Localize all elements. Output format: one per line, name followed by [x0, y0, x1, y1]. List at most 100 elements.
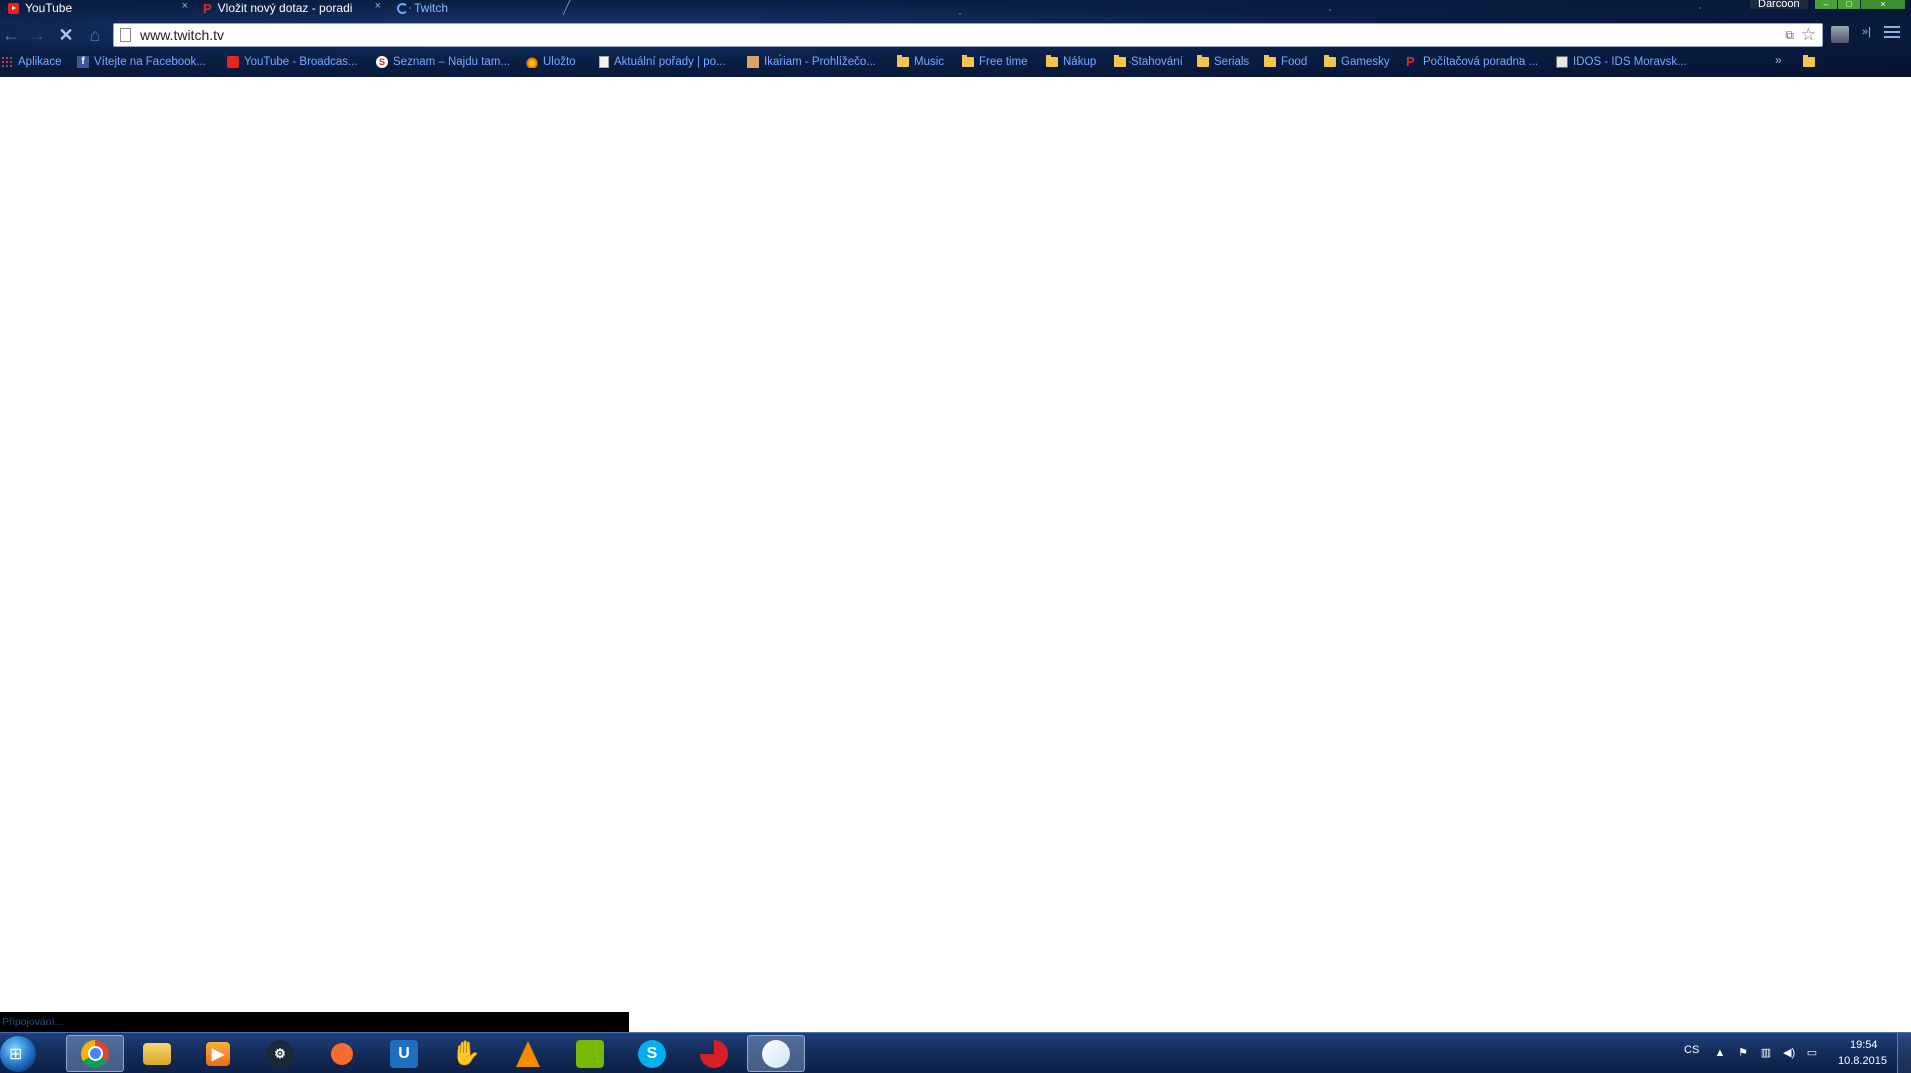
action-center-flag-icon[interactable]: ⚑ — [1737, 1047, 1749, 1059]
bookmark-star-icon[interactable]: ☆ — [1801, 25, 1816, 45]
folder-icon — [897, 55, 909, 67]
status-bubble: Připojování... — [0, 1012, 629, 1032]
media-player-icon: ▶ — [206, 1041, 230, 1066]
start-button[interactable]: ⊞ — [0, 1036, 36, 1072]
maximize-button[interactable]: □ — [1838, 0, 1860, 9]
bookmark-label: Music — [914, 56, 945, 68]
bookmark-label: Počítačová poradna ... — [1423, 56, 1539, 68]
youtube-icon — [227, 56, 239, 68]
bookmark-label: Stahování — [1131, 56, 1183, 68]
url-text[interactable]: www.twitch.tv — [140, 27, 224, 43]
folder-icon — [1114, 55, 1126, 67]
network-icon[interactable]: ▥ — [1760, 1047, 1772, 1059]
taskbar-app-origin[interactable] — [313, 1035, 371, 1072]
bookmark-facebook[interactable]: f Vítejte na Facebook... — [77, 53, 206, 71]
taskbar-app-explorer[interactable] — [128, 1035, 186, 1072]
bookmark-label: YouTube - Broadcas... — [244, 56, 358, 68]
folder-icon — [962, 55, 974, 67]
bookmark-label: Gamesky — [1341, 56, 1390, 68]
folder-icon — [1324, 55, 1336, 67]
taskbar-app-media-player[interactable]: ▶ — [189, 1035, 247, 1072]
taskbar-app-nvidia[interactable] — [561, 1035, 619, 1072]
uplay-icon: U — [390, 1039, 418, 1068]
taskbar-app-ccleaner[interactable] — [685, 1035, 743, 1072]
bookmark-folder-music[interactable]: Music — [897, 53, 944, 71]
stop-loading-button[interactable]: ✕ — [55, 24, 77, 46]
bookmark-seznam[interactable]: S Seznam – Najdu tam... — [376, 53, 510, 71]
bookmark-folder-nakup[interactable]: Nákup — [1046, 53, 1096, 71]
tab-close-icon[interactable]: × — [375, 0, 381, 12]
taskbar-app-paint[interactable] — [747, 1035, 805, 1072]
close-window-button[interactable]: × — [1861, 0, 1905, 9]
taskbar-app-chrome[interactable] — [66, 1035, 124, 1072]
bookmarks-overflow-button[interactable]: » — [1775, 53, 1782, 67]
taskbar: ⊞ ▶ ⚙ U ✋ S CS ▲ ⚑ ▥ ◀) ▭ 19:54 10.8.201… — [0, 1032, 1911, 1073]
notification-icon[interactable]: ▭ — [1806, 1047, 1818, 1059]
youtube-icon — [8, 2, 19, 14]
menu-icon[interactable] — [1884, 26, 1900, 40]
bookmark-ulozto[interactable]: Uložto — [526, 53, 576, 71]
bookmark-youtube[interactable]: YouTube - Broadcas... — [227, 53, 358, 71]
address-bar[interactable]: www.twitch.tv ⧉ ☆ — [113, 23, 1823, 47]
language-indicator[interactable]: CS — [1684, 1044, 1699, 1056]
page-content — [0, 77, 1911, 1032]
bookmark-folder-serials[interactable]: Serials — [1197, 53, 1249, 71]
clock-date[interactable]: 10.8.2015 — [1838, 1055, 1887, 1067]
poradna-icon: P — [1406, 54, 1415, 69]
bookmark-folder-free-time[interactable]: Free time — [962, 53, 1028, 71]
poradna-icon: P — [203, 0, 212, 16]
bookmark-ikariam[interactable]: Ikariam - Prohlížečo... — [747, 53, 876, 71]
steam-icon: ⚙ — [266, 1039, 294, 1068]
taskbar-app-vlc[interactable] — [499, 1035, 557, 1072]
bookmark-aktualni-porady[interactable]: Aktuální pořady | po... — [599, 53, 726, 71]
bookmarks-bar: Aplikace f Vítejte na Facebook... YouTub… — [0, 53, 1911, 71]
chrome-icon — [81, 1039, 109, 1068]
bookmark-label: Aktuální pořady | po... — [614, 56, 726, 68]
clock-time[interactable]: 19:54 — [1850, 1039, 1878, 1051]
extension-icon[interactable] — [1831, 26, 1849, 43]
ulozto-icon — [526, 56, 538, 68]
ccleaner-icon — [700, 1039, 728, 1068]
taskbar-app-steam[interactable]: ⚙ — [251, 1035, 309, 1072]
home-button[interactable]: ⌂ — [84, 24, 106, 46]
seznam-icon: S — [376, 56, 388, 68]
minimize-button[interactable]: – — [1815, 0, 1837, 9]
bookmark-label: Aplikace — [18, 56, 62, 68]
bookmark-folder-stahovani[interactable]: Stahování — [1114, 53, 1183, 71]
bookmark-label: Seznam – Najdu tam... — [393, 56, 510, 68]
tab-close-icon[interactable]: × — [182, 0, 188, 12]
folder-icon — [1046, 55, 1058, 67]
back-button[interactable]: ← — [0, 24, 22, 46]
vlc-icon — [516, 1040, 540, 1067]
taskbar-app-uplay[interactable]: U — [375, 1035, 433, 1072]
skype-icon: S — [638, 1039, 666, 1068]
ikariam-icon — [747, 56, 759, 68]
origin-icon — [331, 1042, 353, 1065]
forward-button[interactable]: → — [26, 24, 48, 46]
bookmark-idos[interactable]: IDOS - IDS Moravsk... — [1556, 53, 1687, 71]
bookmark-label: Uložto — [543, 56, 576, 68]
windows-logo-icon: ⊞ — [9, 1046, 23, 1063]
taskbar-app-raptr[interactable]: ✋ — [437, 1035, 495, 1072]
tab-youtube[interactable]: YouTube × — [8, 0, 188, 16]
profile-button[interactable]: Darcoon — [1750, 0, 1808, 9]
apps-icon — [1, 56, 13, 68]
bookmark-pocitacova-poradna[interactable]: P Počítačová poradna ... — [1406, 53, 1538, 71]
bookmark-label: Food — [1281, 56, 1308, 68]
bookmark-folder-food[interactable]: Food — [1264, 53, 1307, 71]
bookmark-label: Nákup — [1063, 56, 1097, 68]
show-desktop-button[interactable] — [1897, 1033, 1911, 1073]
bookmark-apps[interactable]: Aplikace — [1, 53, 61, 71]
extensions-overflow-icon[interactable]: »| — [1862, 26, 1871, 38]
tab-title: Vložit nový dotaz - poradi — [217, 1, 353, 15]
taskbar-app-skype[interactable]: S — [623, 1035, 681, 1072]
tab-twitch[interactable]: Twitch — [397, 0, 572, 16]
show-hidden-icons-icon[interactable]: ▲ — [1714, 1047, 1726, 1059]
bookmark-folder-gamesky[interactable]: Gamesky — [1324, 53, 1390, 71]
folder-icon — [1803, 55, 1815, 67]
browser-chrome: YouTube × P Vložit nový dotaz - poradi ×… — [0, 0, 1911, 77]
translate-icon[interactable]: ⧉ — [1785, 28, 1794, 43]
tab-poradna[interactable]: P Vložit nový dotaz - poradi × — [203, 0, 381, 16]
volume-icon[interactable]: ◀) — [1783, 1047, 1795, 1059]
other-bookmarks-folder[interactable] — [1803, 53, 1820, 71]
